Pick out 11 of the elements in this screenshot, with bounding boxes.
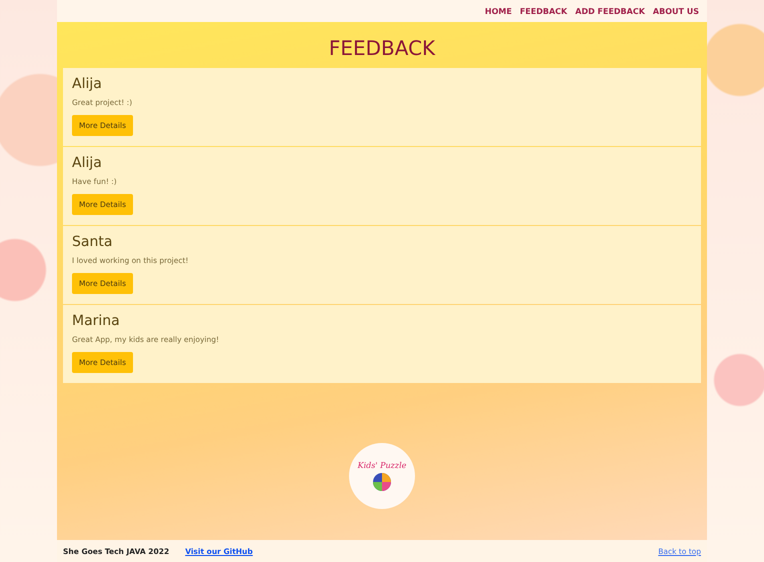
logo-text: Kids' Puzzle bbox=[358, 460, 406, 470]
feedback-author: Santa bbox=[72, 234, 112, 250]
nav-link[interactable]: HOME bbox=[484, 6, 512, 16]
feedback-author: Alija bbox=[72, 76, 102, 92]
nav-link[interactable]: ADD FEEDBACK bbox=[575, 6, 645, 16]
feedback-author: Marina bbox=[72, 313, 120, 329]
puzzle-globe-icon bbox=[372, 472, 392, 492]
feedback-author: Alija bbox=[72, 155, 102, 171]
nav-link[interactable]: ABOUT US bbox=[652, 6, 699, 16]
nav-link[interactable]: FEEDBACK bbox=[520, 6, 568, 16]
page-title: FEEDBACK bbox=[328, 36, 436, 60]
